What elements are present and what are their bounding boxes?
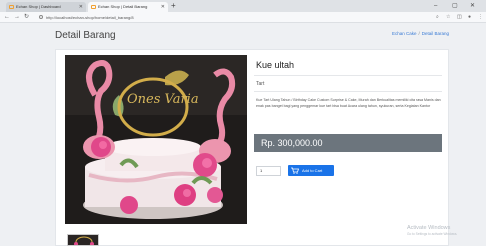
reload-icon[interactable]: ↻ <box>24 13 29 22</box>
activate-windows-watermark: Activate Windows Go to Settings to activ… <box>407 225 457 236</box>
product-category: Tart <box>256 81 265 87</box>
cake-topper-text: Ones Varia <box>127 92 199 107</box>
quantity-input[interactable]: 1 <box>256 166 281 176</box>
page-title: Detail Barang <box>55 30 116 41</box>
breadcrumb-separator: / <box>418 31 420 36</box>
breadcrumb-current[interactable]: Detail Barang <box>422 31 449 36</box>
tab-favicon-icon <box>9 5 14 9</box>
browser-tab-dashboard[interactable]: Echan Shop | Dashboard ✕ <box>6 2 86 12</box>
close-tab-icon[interactable]: ✕ <box>79 2 83 12</box>
product-name: Kue ultah <box>256 60 295 70</box>
breadcrumb: Echan Cake / Detail Barang <box>392 31 449 36</box>
tab-label: Echan Shop | Dashboard <box>16 4 61 9</box>
extensions-icon[interactable]: ◫ <box>457 13 462 22</box>
zoom-icon[interactable]: ⌕ <box>436 13 439 22</box>
url-text: http://localhost/echan-shop/home/detail_… <box>46 15 134 20</box>
tab-favicon-icon <box>91 5 96 9</box>
close-tab-icon[interactable]: ✕ <box>161 2 165 12</box>
tab-label: Echan Shop | Detail Barang <box>98 4 148 9</box>
minimize-icon[interactable]: – <box>434 1 437 11</box>
browser-address-bar: ← → ↻ http://localhost/echan-shop/home/d… <box>0 12 486 23</box>
divider <box>254 91 442 92</box>
thumbnail-illustration <box>68 236 98 245</box>
divider <box>254 75 442 76</box>
profile-avatar-icon[interactable]: ● <box>468 13 471 22</box>
back-arrow-icon[interactable]: ← <box>4 13 10 22</box>
site-info-icon[interactable] <box>39 15 43 19</box>
cart-icon <box>291 167 299 174</box>
forward-arrow-icon[interactable]: → <box>14 13 20 22</box>
product-detail-card: Ones Varia Kue ultah Tart Kue Tart Ulang… <box>55 49 449 246</box>
cake-photo-illustration: Ones Varia <box>65 55 247 224</box>
watermark-title: Activate Windows <box>407 225 451 231</box>
browser-tab-bar: Echan Shop | Dashboard ✕ Echan Shop | De… <box>0 0 486 12</box>
browser-tab-detail-barang[interactable]: Echan Shop | Detail Barang ✕ <box>88 2 168 12</box>
add-to-cart-label: Add to Cart <box>302 168 323 173</box>
maximize-icon[interactable]: ▢ <box>452 1 458 11</box>
bookmark-star-icon[interactable]: ☆ <box>446 13 450 22</box>
watermark-subtitle: Go to Settings to activate Windows. <box>407 232 458 236</box>
product-price: Rp. 300,000.00 <box>254 134 442 152</box>
breadcrumb-home-link[interactable]: Echan Cake <box>392 31 417 36</box>
menu-dots-icon[interactable]: ⋮ <box>478 13 483 22</box>
product-description: Kue Tart Ulang Tahun / Birthday Cake Cus… <box>256 98 441 108</box>
product-image[interactable]: Ones Varia <box>65 55 247 224</box>
page-content: Detail Barang Echan Cake/Detail Barang <box>0 23 486 246</box>
url-field[interactable]: http://localhost/echan-shop/home/detail_… <box>38 14 428 21</box>
add-to-cart-button[interactable]: Add to Cart <box>288 165 334 176</box>
product-thumbnail[interactable] <box>67 234 99 246</box>
new-tab-button[interactable]: + <box>171 1 176 11</box>
close-window-icon[interactable]: ✕ <box>470 1 475 11</box>
